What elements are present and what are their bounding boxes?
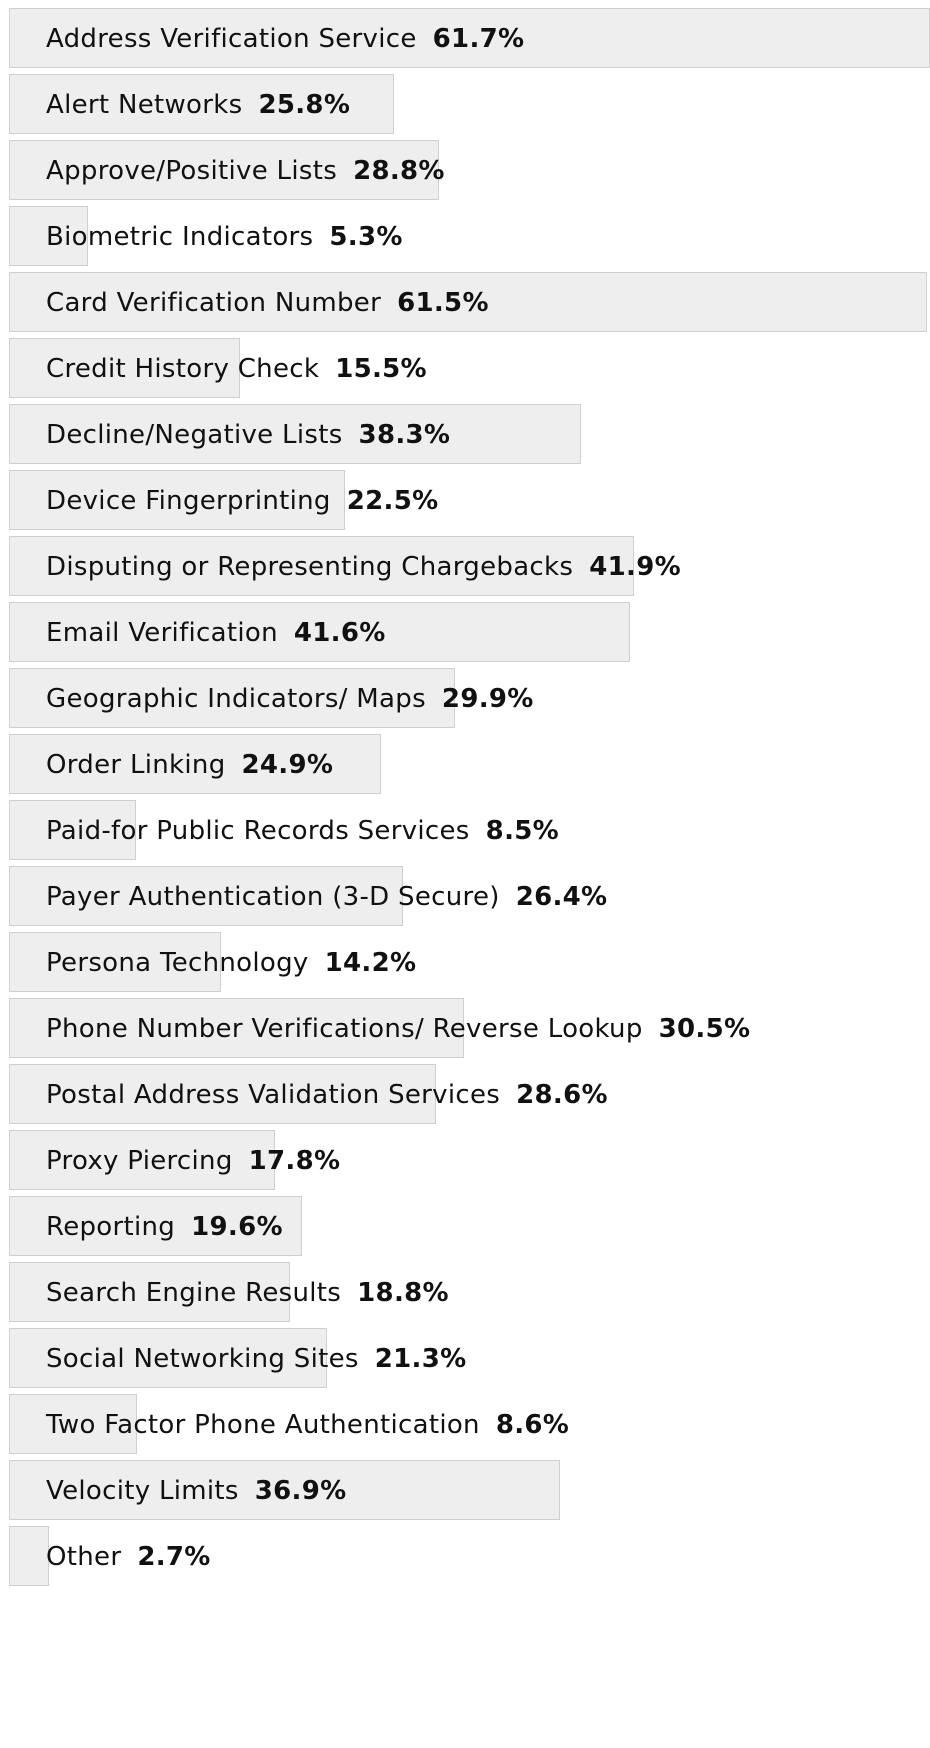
bar-row: Address Verification Service 61.7%	[0, 8, 930, 70]
bar-label: Two Factor Phone Authentication 8.6%	[46, 1394, 569, 1456]
bar-row: Decline/Negative Lists 38.3%	[0, 404, 930, 466]
bar-row: Velocity Limits 36.9%	[0, 1460, 930, 1522]
value-label: 28.6%	[516, 1080, 608, 1110]
category-label: Geographic Indicators/ Maps	[46, 684, 426, 714]
bar-row: Phone Number Verifications/ Reverse Look…	[0, 998, 930, 1060]
value-label: 15.5%	[335, 354, 427, 384]
value-label: 8.5%	[485, 816, 559, 846]
category-label: Reporting	[46, 1212, 176, 1242]
bar-row: Other 2.7%	[0, 1526, 930, 1588]
category-label: Card Verification Number	[46, 288, 382, 318]
category-label: Approve/Positive Lists	[46, 156, 338, 186]
value-label: 25.8%	[258, 90, 351, 120]
bar-row: Order Linking 24.9%	[0, 734, 930, 796]
bar-label: Email Verification 41.6%	[46, 602, 386, 664]
category-label: Biometric Indicators	[46, 222, 314, 252]
bar-row: Social Networking Sites 21.3%	[0, 1328, 930, 1390]
category-label: Order Linking	[46, 750, 226, 780]
value-label: 8.6%	[495, 1410, 570, 1440]
bar-row: Email Verification 41.6%	[0, 602, 930, 664]
category-label: Email Verification	[46, 618, 278, 648]
bar-label: Disputing or Representing Chargebacks 41.…	[46, 536, 681, 598]
bar-label: Search Engine Results 18.8%	[46, 1262, 449, 1324]
bar-row: Disputing or Representing Chargebacks 41.…	[0, 536, 930, 598]
value-label: 24.9%	[241, 750, 334, 780]
value-label: 41.6%	[293, 618, 386, 648]
bar-label: Payer Authentication (3-D Secure) 26.4%	[46, 866, 607, 928]
category-label: Payer Authentication (3-D Secure)	[46, 882, 500, 912]
bar-label: Device Fingerprinting 22.5%	[46, 470, 438, 532]
category-label: Disputing or Representing Chargebacks	[46, 552, 574, 582]
bar-label: Decline/Negative Lists 38.3%	[46, 404, 450, 466]
value-label: 29.9%	[441, 684, 534, 714]
value-label: 14.2%	[324, 948, 417, 978]
value-label: 18.8%	[357, 1278, 449, 1308]
bar-row: Proxy Piercing 17.8%	[0, 1130, 930, 1192]
value-label: 22.5%	[346, 486, 439, 516]
category-label: Persona Technology	[46, 948, 309, 978]
category-label: Decline/Negative Lists	[46, 420, 343, 450]
value-label: 61.5%	[397, 288, 489, 318]
value-label: 36.9%	[254, 1476, 347, 1506]
category-label: Search Engine Results	[46, 1278, 342, 1308]
bar-row: Card Verification Number 61.5%	[0, 272, 930, 334]
category-label: Other	[46, 1542, 122, 1572]
bar-label: Alert Networks 25.8%	[46, 74, 350, 136]
category-label: Social Networking Sites	[46, 1344, 359, 1374]
bar-row: Persona Technology 14.2%	[0, 932, 930, 994]
bar-row: Device Fingerprinting 22.5%	[0, 470, 930, 532]
bar-row: Geographic Indicators/ Maps 29.9%	[0, 668, 930, 730]
bar-row: Reporting 19.6%	[0, 1196, 930, 1258]
bar-label: Reporting 19.6%	[46, 1196, 283, 1258]
bar-label: Persona Technology 14.2%	[46, 932, 416, 994]
bar-label: Proxy Piercing 17.8%	[46, 1130, 340, 1192]
bar-row: Approve/Positive Lists 28.8%	[0, 140, 930, 202]
category-label: Paid-for Public Records Services	[46, 816, 470, 846]
value-label: 21.3%	[374, 1344, 467, 1374]
category-label: Alert Networks	[46, 90, 243, 120]
bar-label: Phone Number Verifications/ Reverse Look…	[46, 998, 750, 1060]
value-label: 26.4%	[515, 882, 608, 912]
value-label: 5.3%	[329, 222, 403, 252]
category-label: Credit History Check	[46, 354, 320, 384]
category-label: Phone Number Verifications/ Reverse Look…	[46, 1014, 643, 1044]
value-label: 38.3%	[358, 420, 451, 450]
category-label: Proxy Piercing	[46, 1146, 233, 1176]
bar-label: Address Verification Service 61.7%	[46, 8, 524, 70]
bar-row: Alert Networks 25.8%	[0, 74, 930, 136]
value-label: 41.9%	[589, 552, 681, 582]
category-label: Two Factor Phone Authentication	[46, 1410, 480, 1440]
bar-label: Postal Address Validation Services 28.6%	[46, 1064, 608, 1126]
bar-row: Credit History Check 15.5%	[0, 338, 930, 400]
bar-label: Social Networking Sites 21.3%	[46, 1328, 466, 1390]
bar-label: Velocity Limits 36.9%	[46, 1460, 346, 1522]
bar-label: Geographic Indicators/ Maps 29.9%	[46, 668, 534, 730]
bar-label: Card Verification Number 61.5%	[46, 272, 489, 334]
category-label: Device Fingerprinting	[46, 486, 331, 516]
category-label: Address Verification Service	[46, 24, 417, 54]
value-label: 17.8%	[248, 1146, 341, 1176]
bar-row: Biometric Indicators 5.3%	[0, 206, 930, 268]
bar-row: Postal Address Validation Services 28.6%	[0, 1064, 930, 1126]
value-label: 30.5%	[658, 1014, 751, 1044]
bar	[9, 1526, 50, 1586]
bar-label: Credit History Check 15.5%	[46, 338, 427, 400]
bar-chart: Address Verification Service 61.7% Alert N…	[0, 0, 930, 1748]
bar-row: Paid-for Public Records Services 8.5%	[0, 800, 930, 862]
bar-row: Payer Authentication (3-D Secure) 26.4%	[0, 866, 930, 928]
bar-row: Search Engine Results 18.8%	[0, 1262, 930, 1324]
value-label: 61.7%	[432, 24, 525, 54]
category-label: Velocity Limits	[46, 1476, 239, 1506]
bar-label: Approve/Positive Lists 28.8%	[46, 140, 445, 202]
value-label: 19.6%	[191, 1212, 283, 1242]
value-label: 28.8%	[353, 156, 445, 186]
bar-label: Other 2.7%	[46, 1526, 211, 1588]
bar-label: Biometric Indicators 5.3%	[46, 206, 403, 268]
category-label: Postal Address Validation Services	[46, 1080, 501, 1110]
bar-label: Paid-for Public Records Services 8.5%	[46, 800, 559, 862]
bar-row: Two Factor Phone Authentication 8.6%	[0, 1394, 930, 1456]
bar-label: Order Linking 24.9%	[46, 734, 333, 796]
value-label: 2.7%	[137, 1542, 211, 1572]
